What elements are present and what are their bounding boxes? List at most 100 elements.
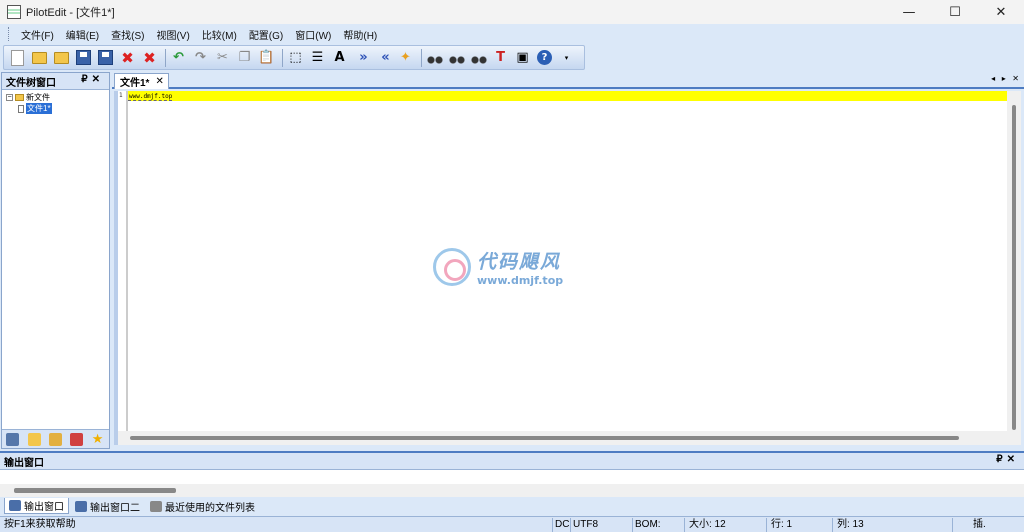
file-tree-header: 文件树窗口 ₽✕ <box>2 73 109 90</box>
new-file-icon <box>11 49 24 66</box>
cut-button[interactable]: ✂ <box>213 48 232 67</box>
vertical-scrollbar[interactable] <box>1007 91 1021 445</box>
tab-output-1[interactable]: 输出窗口 <box>4 498 69 514</box>
clipboard-icon: 📋 <box>258 50 275 65</box>
menu-file[interactable]: 文件(F) <box>15 27 60 42</box>
output-horizontal-scrollbar[interactable] <box>0 484 1024 497</box>
folder-tab-icon[interactable] <box>27 432 41 446</box>
ftp-tab-icon[interactable] <box>70 432 84 446</box>
menu-compare[interactable]: 比较(M) <box>196 27 243 42</box>
output-header-buttons: ₽✕ <box>996 454 1019 465</box>
menu-help[interactable]: 帮助(H) <box>337 27 383 42</box>
tab-recent-files[interactable]: 最近使用的文件列表 <box>146 498 259 514</box>
compare-button[interactable]: ▣ <box>513 48 532 67</box>
save-all-button[interactable] <box>96 48 115 67</box>
open-file-button[interactable] <box>30 48 49 67</box>
font-icon: A <box>334 50 345 65</box>
line-number: 1 <box>119 92 123 99</box>
file-tree-tab-icon[interactable] <box>6 432 20 446</box>
output-scroll-thumb[interactable] <box>14 488 176 493</box>
project-tab-icon[interactable] <box>48 432 62 446</box>
close-all-icon: ✖ <box>143 48 156 67</box>
copy-icon: ❐ <box>238 50 251 65</box>
output-icon <box>75 500 87 512</box>
collapse-icon[interactable]: − <box>6 94 13 101</box>
tree-node-root[interactable]: − 新文件 <box>6 92 105 103</box>
close-all-button[interactable]: ✖ <box>140 48 159 67</box>
replace-button[interactable] <box>469 48 488 67</box>
binoculars-green-icon <box>470 50 487 65</box>
undo-button[interactable]: ↶ <box>169 48 188 67</box>
goto-line-button[interactable]: T <box>491 48 510 67</box>
window-title: PilotEdit - [文件1*] <box>26 7 115 19</box>
tab-output-2[interactable]: 输出窗口二 <box>71 498 144 514</box>
bookmark-icon: ✦ <box>400 50 411 65</box>
tree-node-file[interactable]: 文件1* <box>6 103 105 114</box>
main-toolbar: ✖ ✖ ↶ ↷ ✂ ❐ 📋 ⬚ ☰ A » « ✦ T ▣ ? ▾ <box>3 45 585 70</box>
redo-button[interactable]: ↷ <box>191 48 210 67</box>
save-button[interactable] <box>74 48 93 67</box>
fold-margin <box>126 91 128 431</box>
bookmark-button[interactable]: ✦ <box>396 48 415 67</box>
tab-label: 输出窗口 <box>24 502 64 513</box>
watermark-name: 代码飓风 <box>477 251 562 273</box>
favorites-star-icon[interactable]: ★ <box>92 433 105 446</box>
close-button[interactable]: ✕ <box>978 0 1024 24</box>
previous-button[interactable]: « <box>374 48 393 67</box>
copy-button[interactable]: ❐ <box>235 48 254 67</box>
menu-config[interactable]: 配置(G) <box>243 27 289 42</box>
open-remote-button[interactable] <box>52 48 71 67</box>
tab-file1[interactable]: 文件1* ✕ <box>114 73 169 89</box>
binoculars-icon <box>426 50 443 65</box>
paste-button[interactable]: 📋 <box>257 48 276 67</box>
minimize-button[interactable]: — <box>886 0 932 24</box>
watermark-logo-icon <box>433 248 471 286</box>
menu-view[interactable]: 视图(V) <box>150 27 195 42</box>
help-button[interactable]: ? <box>535 48 554 67</box>
toolbar-options-button[interactable]: ▾ <box>557 48 576 67</box>
toolbar-separator <box>421 48 422 67</box>
toolbar-separator <box>165 48 166 67</box>
output-title: 输出窗口 <box>4 457 44 469</box>
close-file-button[interactable]: ✖ <box>118 48 137 67</box>
window-controls: — ☐ ✕ <box>886 0 1024 24</box>
line-text: www.dmjf.top <box>128 93 173 101</box>
next-button[interactable]: » <box>352 48 371 67</box>
font-button[interactable]: A <box>330 48 349 67</box>
pin-icon[interactable]: ₽ <box>81 74 91 85</box>
line-number-gutter: 1 <box>118 91 126 431</box>
select-button[interactable]: ⬚ <box>286 48 305 67</box>
watermark: 代码飓风 www.dmjf.top <box>433 243 603 291</box>
close-icon[interactable]: ✕ <box>1007 454 1019 465</box>
horizontal-scroll-thumb[interactable] <box>130 436 959 440</box>
find-in-files-button[interactable] <box>447 48 466 67</box>
close-file-icon: ✖ <box>121 48 134 67</box>
status-line-ending: DC <box>552 518 570 532</box>
menu-edit[interactable]: 编辑(E) <box>60 27 105 42</box>
tab-close-icon[interactable]: ✕ <box>155 76 163 87</box>
menu-window[interactable]: 窗口(W) <box>289 27 337 42</box>
horizontal-scrollbar[interactable] <box>118 431 1011 445</box>
maximize-button[interactable]: ☐ <box>932 0 978 24</box>
file-tree-title: 文件树窗口 <box>6 77 56 89</box>
tree-node-label: 文件1* <box>26 103 52 114</box>
tab-label: 最近使用的文件列表 <box>165 502 255 514</box>
find-button[interactable] <box>425 48 444 67</box>
vertical-scroll-thumb[interactable] <box>1012 105 1016 430</box>
tab-label: 文件1* <box>120 78 150 89</box>
menu-search[interactable]: 查找(S) <box>105 27 150 42</box>
status-help-text: 按F1来获取帮助 <box>4 519 76 530</box>
status-column: 列: 13 <box>832 518 952 532</box>
file-tree-header-buttons: ₽✕ <box>81 74 104 85</box>
format-button[interactable]: ☰ <box>308 48 327 67</box>
editor-tab-bar: 文件1* ✕ ◂ ▸ ✕ <box>112 72 1024 89</box>
close-icon[interactable]: ✕ <box>92 74 104 85</box>
current-line[interactable]: www.dmjf.top <box>128 91 1010 101</box>
open-folder-icon <box>32 51 47 64</box>
watermark-url: www.dmjf.top <box>477 274 564 287</box>
folder-icon <box>15 94 24 101</box>
pin-icon[interactable]: ₽ <box>996 454 1006 465</box>
output-tab-bar: 输出窗口 输出窗口二 最近使用的文件列表 <box>0 497 1024 515</box>
tab-navigation[interactable]: ◂ ▸ ✕ <box>991 74 1021 83</box>
new-file-button[interactable] <box>8 48 27 67</box>
